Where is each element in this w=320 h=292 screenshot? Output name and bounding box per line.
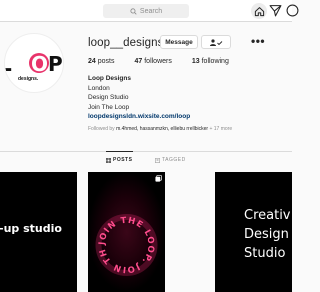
- bio-website-link[interactable]: loopdesignsldn.wixsite.com/loop: [88, 112, 190, 122]
- search-placeholder: Search: [139, 7, 163, 15]
- search-input[interactable]: Search: [103, 4, 189, 18]
- tab-tagged[interactable]: TAGGED: [155, 157, 186, 163]
- active-tab-indicator: [106, 151, 133, 152]
- neon-circle-text-image: JOIN THE LOOP. JOIN THE LOOP.: [88, 172, 165, 292]
- post-tile[interactable]: Creativ Design Studio: [215, 172, 292, 292]
- bio-line: Join The Loop: [88, 103, 130, 111]
- logo-subtitle: designs.: [18, 76, 39, 82]
- multiple-posts-icon: [155, 175, 162, 182]
- bio-line: Design Studio: [88, 94, 129, 101]
- profile-username: loop__designs: [88, 37, 164, 49]
- explore-button[interactable]: [286, 4, 300, 18]
- paper-plane-icon: [269, 5, 282, 17]
- compass-icon: [286, 4, 299, 17]
- post-tile-text: -up studio: [0, 222, 62, 235]
- svg-text:P: P: [48, 52, 62, 76]
- profile-avatar[interactable]: L O P designs.: [4, 33, 64, 93]
- bio-display-name: Loop Designs: [88, 75, 131, 82]
- posts-stat: 24 posts: [88, 58, 115, 65]
- following-stat[interactable]: 13 following: [192, 58, 229, 65]
- bio-line: London: [88, 84, 110, 92]
- svg-text:O: O: [31, 52, 47, 76]
- search-icon: [130, 7, 137, 15]
- tabs-divider: [0, 151, 292, 152]
- tab-posts[interactable]: POSTS: [106, 157, 132, 163]
- home-icon: [254, 6, 264, 16]
- grid-icon: [106, 157, 111, 163]
- post-tile[interactable]: JOIN THE LOOP. JOIN THE LOOP.: [88, 172, 165, 292]
- followed-by-text[interactable]: Followed by m.4hmed, hassanmzkn, elliebu…: [88, 126, 232, 132]
- svg-text:L: L: [4, 52, 12, 76]
- post-tile[interactable]: -up studio: [0, 172, 77, 292]
- person-check-icon: [210, 38, 223, 46]
- profile-stats: 24 posts 47 followers 13 following: [88, 58, 249, 65]
- followers-stat[interactable]: 47 followers: [134, 58, 171, 65]
- top-navigation-bar: Search: [0, 0, 299, 22]
- message-button[interactable]: Message: [160, 35, 198, 49]
- home-button[interactable]: [251, 3, 267, 19]
- direct-messages-button[interactable]: [269, 4, 283, 18]
- profile-bio: Loop Designs London Design Studio Join T…: [88, 74, 190, 122]
- post-tile-text: Creativ Design Studio: [244, 208, 291, 261]
- more-options-icon[interactable]: •••: [251, 35, 265, 47]
- following-dropdown-button[interactable]: [201, 35, 231, 49]
- tag-person-icon: [155, 157, 160, 163]
